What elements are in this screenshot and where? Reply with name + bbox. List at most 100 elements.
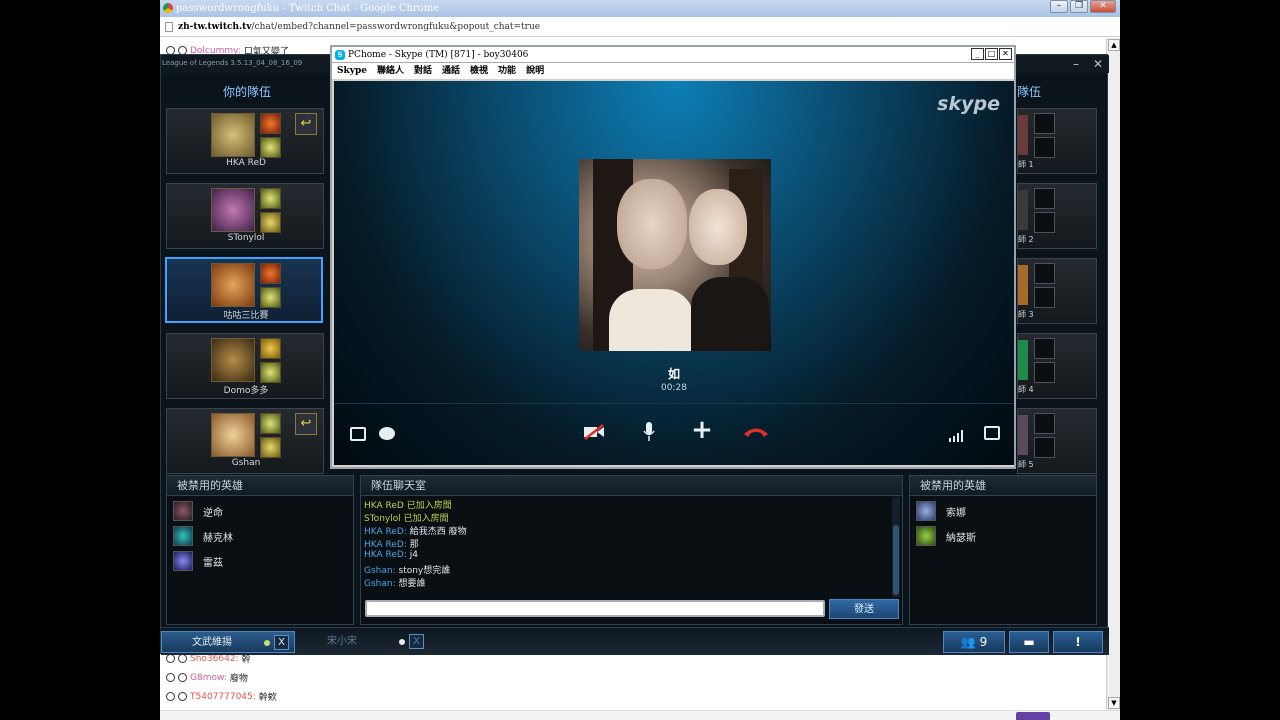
- chat-message: HKA ReD: j4: [364, 550, 418, 560]
- enemy-label: 師 5: [1018, 460, 1034, 469]
- swap-icon[interactable]: ↩: [295, 413, 317, 435]
- add-icon[interactable]: +: [691, 417, 713, 443]
- champion-portrait: [1018, 340, 1028, 380]
- scroll-up-icon[interactable]: ▲: [1108, 39, 1120, 51]
- ban-icon[interactable]: [178, 673, 187, 682]
- chrome-icon: [163, 3, 173, 13]
- team-chat-scrollbar[interactable]: [892, 497, 900, 597]
- chat-message: HKA ReD: 給我杰西 廢物: [364, 524, 467, 537]
- timeout-icon[interactable]: [166, 692, 175, 701]
- banned-champion: 雷茲: [173, 551, 223, 571]
- summoner-spell-icon: [260, 113, 281, 134]
- spell-slot: [1034, 362, 1055, 383]
- champion-portrait: [211, 263, 255, 307]
- champion-name: 納瑟斯: [946, 532, 976, 544]
- chat-message: Gshan: 想要誰: [364, 576, 426, 589]
- friends-button[interactable]: 👥 9: [943, 631, 1005, 653]
- url-path: /chat/embed?channel=passwordwrongfuku&po…: [251, 22, 541, 32]
- close-tab-icon[interactable]: X: [274, 635, 289, 650]
- spell-slot: [1034, 287, 1055, 308]
- spell-slot: [1034, 113, 1055, 134]
- minimize-button[interactable]: –: [1050, 0, 1068, 13]
- banned-champion: 逆命: [173, 501, 223, 521]
- chat-user: HKA ReD:: [364, 550, 407, 560]
- status-dot: [264, 640, 270, 646]
- player-slot[interactable]: STonylol: [166, 183, 324, 249]
- player-slot[interactable]: 咕咕三比賽: [165, 257, 323, 323]
- chat-message: HKA ReD: 那: [364, 537, 419, 550]
- chat-bubble-button[interactable]: ▬: [1009, 631, 1049, 653]
- end-call-icon[interactable]: [742, 424, 770, 438]
- team-chat-input[interactable]: [365, 600, 825, 617]
- banned-champion: 納瑟斯: [916, 526, 976, 546]
- close-button[interactable]: ✕: [999, 48, 1012, 60]
- chat-icon[interactable]: [379, 427, 395, 440]
- maximize-button[interactable]: ❐: [1070, 0, 1088, 13]
- scroll-down-icon[interactable]: ▼: [1108, 697, 1120, 709]
- enemy-slot: 師 4: [1017, 333, 1097, 399]
- spell-slot: [1034, 212, 1055, 233]
- chat-text: 想要誰: [398, 579, 426, 589]
- maximize-button[interactable]: □: [985, 48, 998, 60]
- skype-logo: skype: [937, 93, 1000, 115]
- chat-text: 廢物: [229, 674, 248, 684]
- menu-view[interactable]: 檢視: [470, 63, 488, 79]
- lol-close-icon[interactable]: ✕: [1093, 57, 1103, 71]
- menu-tools[interactable]: 功能: [498, 63, 516, 79]
- chat-tab[interactable]: 文武維揚 X: [161, 631, 295, 653]
- video-off-icon[interactable]: [583, 423, 605, 441]
- enemy-slot: 師 2: [1017, 183, 1097, 249]
- microphone-icon[interactable]: [642, 421, 656, 443]
- menu-contacts[interactable]: 聯絡人: [377, 63, 404, 79]
- menu-call[interactable]: 通話: [442, 63, 460, 79]
- skype-window: S PChome - Skype (TM) [871] - boy30406 _…: [330, 45, 1016, 469]
- caller-name: 如: [667, 367, 680, 381]
- chrome-title-bar: passwordwrongfuku - Twitch Chat - Google…: [160, 0, 1120, 17]
- ban-icon[interactable]: [178, 692, 187, 701]
- close-button[interactable]: ✕: [1090, 0, 1116, 13]
- menu-help[interactable]: 說明: [526, 63, 544, 79]
- share-contact-icon[interactable]: [350, 427, 366, 441]
- lol-minimize-icon[interactable]: –: [1073, 57, 1079, 71]
- call-duration: 00:28: [661, 383, 687, 393]
- menu-conversations[interactable]: 對話: [414, 63, 432, 79]
- chat-text: j4: [409, 550, 418, 560]
- ban-icon[interactable]: [178, 654, 187, 663]
- banned-champions-left: 被禁用的英雄 逆命 赫克林 雷茲: [166, 475, 354, 625]
- url-host: zh-tw.twitch.tv: [178, 22, 252, 32]
- chat-tab[interactable]: 宋小宋 X: [297, 631, 431, 653]
- menu-skype[interactable]: Skype: [337, 63, 367, 79]
- enemy-label: 師 3: [1018, 310, 1034, 319]
- caller-avatar: [579, 159, 771, 351]
- chat-user[interactable]: G8mow:: [190, 673, 227, 683]
- timeout-icon[interactable]: [166, 654, 175, 663]
- chat-user[interactable]: Sho36642:: [190, 654, 239, 664]
- chat-send-button[interactable]: [1016, 712, 1050, 720]
- swap-icon[interactable]: ↩: [295, 113, 317, 135]
- chat-bubble-icon: ▬: [1023, 635, 1035, 649]
- fullscreen-icon[interactable]: [984, 426, 1000, 440]
- minimize-button[interactable]: _: [971, 48, 984, 60]
- address-bar[interactable]: zh-tw.twitch.tv/chat/embed?channel=passw…: [160, 17, 1120, 37]
- enemy-slot: 師 3: [1017, 258, 1097, 324]
- summoner-spell-icon: [260, 362, 281, 383]
- scroll-thumb[interactable]: [893, 525, 899, 595]
- close-tab-icon[interactable]: X: [409, 634, 424, 649]
- signal-icon[interactable]: [948, 427, 964, 442]
- player-slot[interactable]: ↩ Gshan: [166, 408, 324, 474]
- summoner-spell-icon: [260, 413, 281, 434]
- chat-scrollbar[interactable]: ▲ ▼: [1106, 38, 1120, 710]
- alert-button[interactable]: !: [1053, 631, 1103, 653]
- champion-portrait: [1018, 415, 1028, 455]
- chat-user[interactable]: T5407777045:: [190, 692, 256, 702]
- lol-bottom-bar: 文武維揚 X 宋小宋 X 👥 9 ▬ !: [161, 627, 1109, 655]
- timeout-icon[interactable]: [166, 673, 175, 682]
- send-button[interactable]: 發送: [829, 599, 899, 619]
- team-chat-panel: 隊伍聊天室 HKA ReD 已加入房間 STonylol 已加入房間 HKA R…: [360, 475, 903, 625]
- player-name: Domo多多: [223, 386, 269, 396]
- chat-user: HKA ReD:: [364, 527, 407, 537]
- player-slot[interactable]: Domo多多: [166, 333, 324, 399]
- champion-portrait: [211, 113, 255, 157]
- player-slot[interactable]: ↩ HKA ReD: [166, 108, 324, 174]
- friends-count: 9: [979, 635, 988, 649]
